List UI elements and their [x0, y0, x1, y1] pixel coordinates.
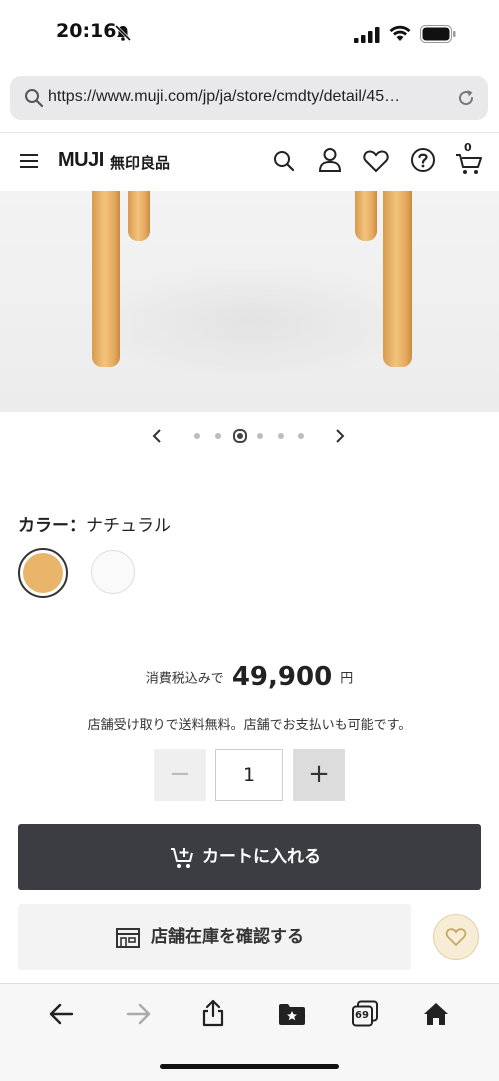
quantity-decrement-button[interactable]: − — [154, 749, 206, 801]
wifi-icon — [389, 25, 411, 41]
add-to-cart-button[interactable]: カートに入れる — [18, 824, 481, 890]
battery-icon — [420, 25, 456, 43]
chevron-left-icon[interactable] — [150, 428, 164, 444]
search-icon[interactable] — [273, 149, 295, 173]
color-swatch-natural[interactable] — [18, 548, 68, 598]
menu-icon[interactable] — [20, 153, 38, 169]
image-carousel-controls — [0, 420, 499, 452]
home-indicator — [160, 1064, 339, 1069]
carousel-dot[interactable] — [298, 433, 304, 439]
table-leg — [355, 191, 377, 241]
signal-icon — [354, 27, 380, 43]
bookmarks-icon[interactable] — [278, 1002, 306, 1026]
bell-slash-icon — [114, 24, 132, 42]
store-pickup-note: 店舗受け取りで送料無料。店舗でお支払いも可能です。 — [87, 718, 412, 733]
heart-icon[interactable] — [363, 149, 389, 173]
product-image[interactable] — [0, 191, 499, 412]
table-leg — [383, 191, 412, 367]
url-text[interactable]: https://www.muji.com/jp/ja/store/cmdty/d… — [48, 88, 400, 106]
status-bar: 20:16 — [0, 0, 499, 66]
price-unit: 円 — [340, 671, 354, 687]
carousel-dot[interactable] — [257, 433, 263, 439]
forward-icon[interactable] — [126, 1002, 152, 1026]
check-store-stock-label: 店舗在庫を確認する — [151, 927, 304, 947]
tabs-button[interactable]: 69 — [351, 1000, 379, 1028]
account-icon[interactable] — [318, 147, 342, 173]
quantity-increment-button[interactable]: + — [293, 749, 345, 801]
carousel-dot[interactable] — [194, 433, 200, 439]
back-icon[interactable] — [48, 1002, 74, 1026]
color-label-key: カラー： — [18, 516, 86, 536]
search-icon — [25, 89, 44, 108]
price-row: 消費税込みで 49,900 円 — [0, 662, 499, 692]
muji-logo[interactable]: MUJI — [58, 149, 104, 172]
heart-icon — [445, 928, 467, 947]
table-leg — [92, 191, 120, 367]
cart-icon — [456, 154, 482, 174]
chevron-right-icon[interactable] — [333, 428, 347, 444]
carousel-dot[interactable] — [215, 433, 221, 439]
favorite-button[interactable] — [433, 914, 479, 960]
color-swatch-white[interactable] — [91, 550, 135, 594]
minus-icon: − — [169, 759, 191, 789]
table-leg — [128, 191, 150, 241]
tab-count: 69 — [355, 1010, 369, 1021]
add-to-cart-label: カートに入れる — [202, 847, 321, 867]
muji-logo-jp[interactable]: 無印良品 — [110, 152, 170, 173]
color-label-value: ナチュラル — [86, 516, 171, 536]
check-store-stock-button[interactable]: 店舗在庫を確認する — [18, 904, 411, 970]
home-icon[interactable] — [423, 1002, 449, 1026]
color-label: カラー：ナチュラル — [18, 511, 171, 536]
price-tax-note: 消費税込みで — [145, 671, 224, 687]
address-bar[interactable]: https://www.muji.com/jp/ja/store/cmdty/d… — [10, 76, 488, 120]
cart-button[interactable]: 0 — [455, 141, 483, 175]
plus-icon: + — [308, 759, 330, 789]
quantity-input[interactable]: 1 — [215, 749, 283, 801]
status-time: 20:16 — [56, 20, 117, 42]
carousel-dot[interactable] — [278, 433, 284, 439]
carousel-dot-active[interactable] — [233, 429, 247, 443]
price-value: 49,900 — [231, 662, 333, 692]
reload-icon[interactable] — [456, 88, 476, 108]
help-icon[interactable] — [410, 147, 436, 173]
site-header: MUJI 無印良品 0 — [0, 132, 499, 192]
table-shadow — [80, 261, 420, 381]
share-icon[interactable] — [201, 999, 225, 1027]
